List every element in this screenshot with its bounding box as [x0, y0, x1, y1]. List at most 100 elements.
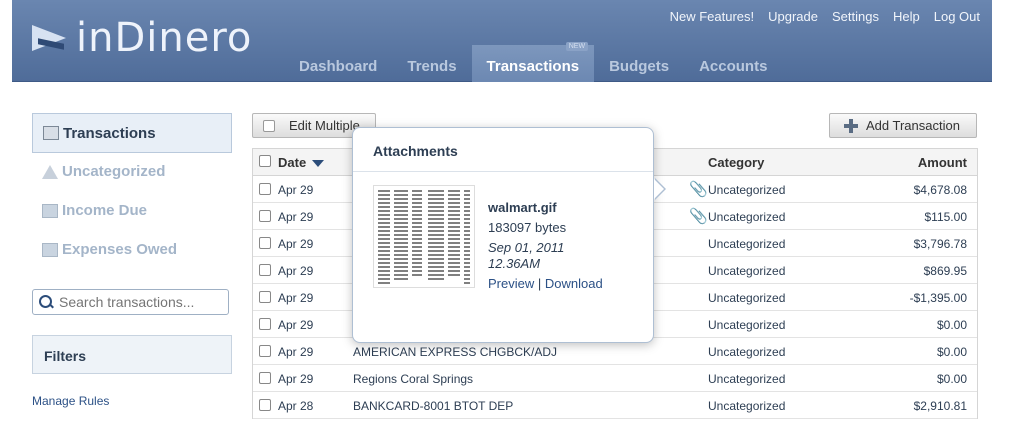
sidebar-item-label: Transactions [63, 124, 156, 142]
row-amount: $2,910.81 [913, 399, 967, 413]
row-category[interactable]: Uncategorized [708, 399, 785, 413]
sidebar-item-label: Uncategorized [62, 163, 166, 180]
income-icon [42, 203, 58, 218]
sidebar-item-uncategorized[interactable]: Uncategorized [42, 163, 165, 180]
row-amount: $869.95 [923, 264, 967, 278]
row-category[interactable]: Uncategorized [708, 318, 785, 332]
preview-link[interactable]: Preview [488, 276, 534, 291]
sidebar-item-label: Expenses Owed [62, 241, 178, 258]
paperclip-icon[interactable]: 📎 [689, 180, 708, 198]
receipt-text-column [428, 190, 444, 282]
filters-label: Filters [44, 348, 87, 364]
receipt-text-column [394, 190, 408, 280]
category-column-header[interactable]: Category [708, 155, 764, 170]
tab-dashboard[interactable]: Dashboard [284, 45, 392, 82]
row-amount: $4,678.08 [913, 183, 967, 197]
amount-column-header[interactable]: Amount [918, 155, 967, 170]
row-category[interactable]: Uncategorized [708, 345, 785, 359]
row-date: Apr 29 [278, 318, 314, 332]
attachments-popover: Attachments walmart.gif 183097 bytes Sep… [352, 127, 666, 343]
tab-budgets[interactable]: Budgets [594, 45, 684, 82]
filters-panel[interactable]: Filters [32, 335, 232, 374]
table-row[interactable]: Apr 28 BANKCARD-8001 BTOT DEP Uncategori… [253, 392, 977, 419]
search-box [32, 289, 229, 315]
logo-text: inDinero [76, 15, 253, 61]
row-amount: $3,796.78 [913, 237, 967, 251]
paperclip-icon[interactable]: 📎 [689, 207, 708, 225]
settings-link[interactable]: Settings [832, 9, 879, 24]
row-description[interactable]: BANKCARD-8001 BTOT DEP [353, 399, 513, 413]
row-checkbox[interactable] [259, 318, 271, 330]
sidebar-item-label: Income Due [62, 202, 148, 219]
sidebar-item-expenses-owed[interactable]: Expenses Owed [42, 241, 177, 258]
download-link[interactable]: Download [545, 276, 603, 291]
tab-accounts[interactable]: Accounts [684, 45, 782, 82]
logout-link[interactable]: Log Out [934, 9, 980, 24]
tab-trends[interactable]: Trends [392, 45, 471, 82]
row-date: Apr 29 [278, 264, 314, 278]
row-category[interactable]: Uncategorized [708, 264, 785, 278]
sidebar-item-income-due[interactable]: Income Due [42, 202, 147, 219]
row-date: Apr 29 [278, 237, 314, 251]
date-column-header[interactable]: Date [278, 155, 325, 170]
row-date: Apr 29 [278, 210, 314, 224]
date-header-label: Date [278, 155, 307, 170]
row-category[interactable]: Uncategorized [708, 210, 785, 224]
row-checkbox[interactable] [259, 372, 271, 384]
add-transaction-label: Add Transaction [866, 118, 960, 133]
attachment-links: Preview | Download [488, 276, 603, 291]
tab-transactions-label: Transactions [486, 58, 580, 75]
attachment-date: Sep 01, 2011 12.36AM [488, 240, 565, 271]
row-amount: $115.00 [924, 210, 968, 224]
receipt-thumbnail[interactable] [373, 185, 475, 288]
row-date: Apr 29 [278, 345, 314, 359]
row-amount: $0.00 [936, 372, 967, 386]
top-links: New Features! Upgrade Settings Help Log … [670, 9, 980, 24]
row-checkbox[interactable] [259, 237, 271, 249]
plus-icon [844, 118, 858, 133]
row-category[interactable]: Uncategorized [708, 237, 785, 251]
search-input[interactable] [59, 294, 219, 310]
manage-rules-link[interactable]: Manage Rules [32, 394, 109, 408]
receipt-text-column [378, 190, 390, 284]
receipt-text-column [464, 190, 470, 284]
row-date: Apr 29 [278, 372, 314, 386]
link-separator: | [537, 276, 542, 291]
logo[interactable]: inDinero [32, 18, 252, 58]
row-checkbox[interactable] [259, 345, 271, 357]
row-description[interactable]: AMERICAN EXPRESS CHGBCK/ADJ [353, 345, 557, 359]
row-date: Apr 29 [278, 291, 314, 305]
tab-transactions[interactable]: Transactions NEW [471, 42, 595, 82]
row-category[interactable]: Uncategorized [708, 183, 785, 197]
transactions-icon [43, 126, 59, 140]
table-row[interactable]: Apr 29 Regions Coral Springs Uncategoriz… [253, 365, 977, 392]
sidebar-item-transactions[interactable]: Transactions [32, 113, 232, 153]
logo-mark-icon [32, 21, 68, 55]
row-checkbox[interactable] [259, 183, 271, 195]
help-link[interactable]: Help [893, 9, 920, 24]
edit-multiple-label: Edit Multiple [289, 118, 360, 133]
main-nav: Dashboard Trends Transactions NEW Budget… [284, 42, 782, 82]
popover-title: Attachments [353, 128, 653, 172]
row-category[interactable]: Uncategorized [708, 372, 785, 386]
upgrade-link[interactable]: Upgrade [768, 9, 818, 24]
select-all-checkbox[interactable] [259, 155, 271, 167]
row-checkbox[interactable] [259, 291, 271, 303]
new-features-link[interactable]: New Features! [670, 9, 755, 24]
popover-arrow [654, 179, 664, 199]
add-transaction-button[interactable]: Add Transaction [829, 113, 977, 138]
row-category[interactable]: Uncategorized [708, 291, 785, 305]
app-header: inDinero New Features! Upgrade Settings … [12, 0, 992, 82]
new-badge: NEW [565, 42, 589, 51]
row-amount: $0.00 [936, 318, 967, 332]
row-date: Apr 29 [278, 183, 314, 197]
row-checkbox[interactable] [259, 264, 271, 276]
search-icon [39, 295, 53, 309]
sort-down-icon [312, 160, 325, 168]
checkbox-icon [263, 119, 275, 132]
row-description[interactable]: Regions Coral Springs [353, 372, 473, 386]
row-checkbox[interactable] [259, 399, 271, 411]
row-checkbox[interactable] [259, 210, 271, 222]
warning-icon [42, 164, 58, 179]
row-date: Apr 28 [278, 399, 314, 413]
